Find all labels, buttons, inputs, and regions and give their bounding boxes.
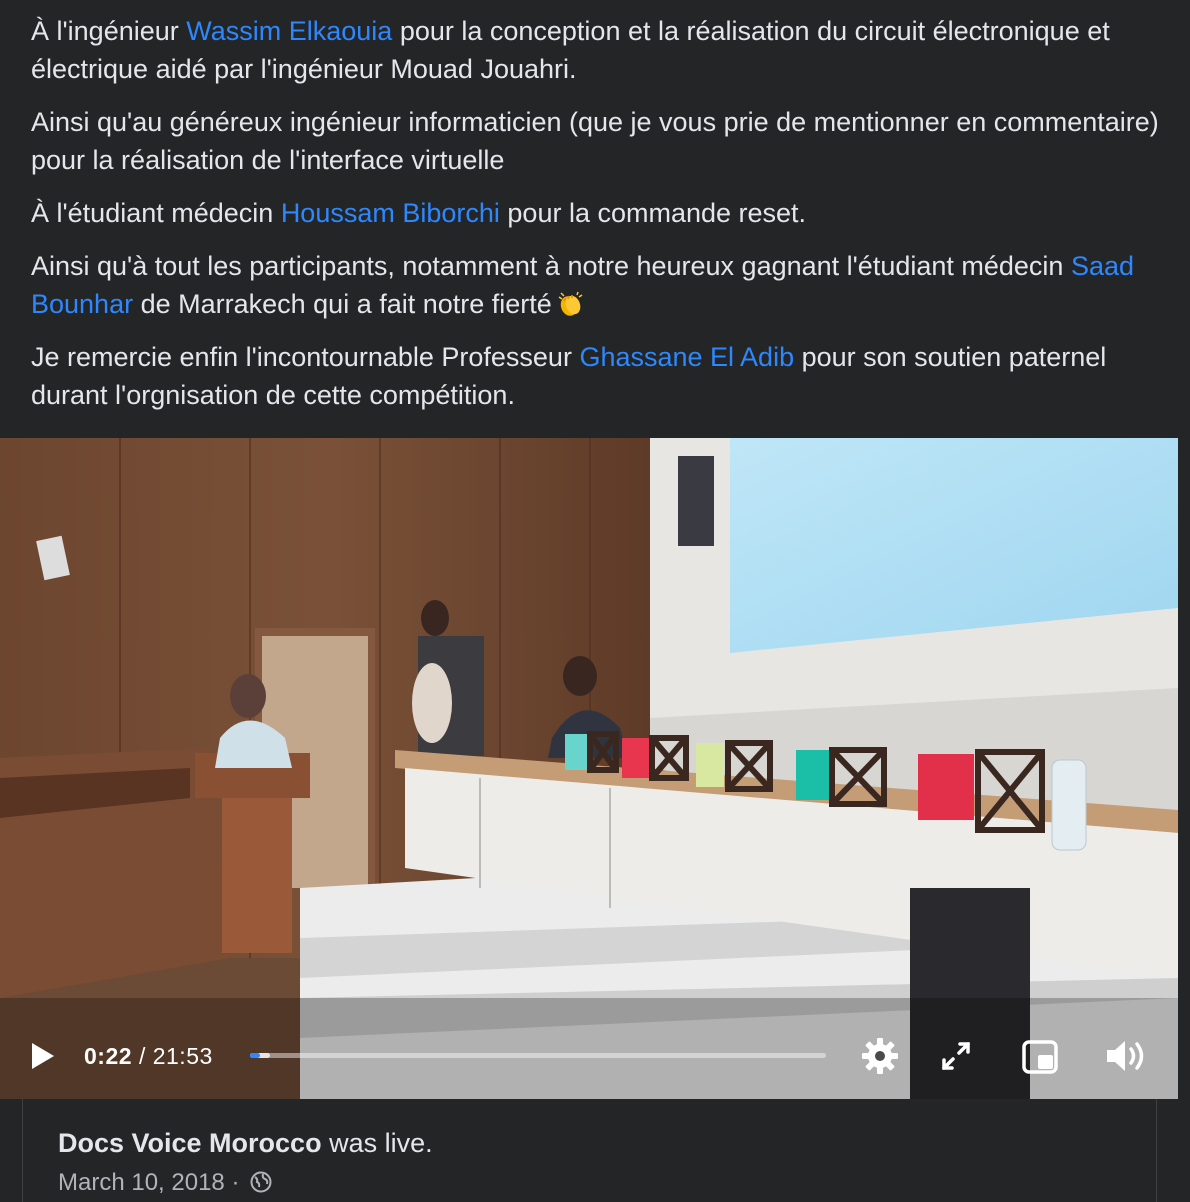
play-icon[interactable] <box>30 1041 56 1071</box>
mention-wassim-elkaouia[interactable]: Wassim Elkaouia <box>186 16 392 46</box>
post-paragraph-1: À l'ingénieur Wassim Elkaouia pour la co… <box>31 12 1161 88</box>
post-text-span: Ainsi qu'au généreux ingénieur informati… <box>31 107 1159 175</box>
page-name-link[interactable]: Docs Voice Morocco <box>58 1128 322 1158</box>
picture-in-picture-icon[interactable] <box>1022 1040 1058 1074</box>
post-date-line: March 10, 2018 · <box>58 1169 272 1197</box>
post-text: À l'ingénieur Wassim Elkaouia pour la co… <box>31 12 1161 414</box>
mention-houssam-biborchi[interactable]: Houssam Biborchi <box>281 198 500 228</box>
settings-gear-icon[interactable] <box>860 1036 900 1076</box>
live-status-line: Docs Voice Morocco was live. <box>58 1128 433 1159</box>
post-text-span: À l'ingénieur <box>31 16 187 46</box>
post-paragraph-3: À l'étudiant médecin Houssam Biborchi po… <box>31 194 1161 232</box>
post-date-link[interactable]: March 10, 2018 <box>58 1169 225 1196</box>
fullscreen-icon[interactable] <box>940 1040 972 1072</box>
post-paragraph-2: Ainsi qu'au généreux ingénieur informati… <box>31 103 1161 179</box>
post-text-span: À l'étudiant médecin <box>31 198 281 228</box>
video-player[interactable] <box>0 438 1178 1099</box>
time-separator: / <box>138 1043 146 1069</box>
globe-icon[interactable] <box>250 1171 272 1193</box>
post-text-span: Ainsi qu'à tout les participants, notamm… <box>31 251 1071 281</box>
post-paragraph-4: Ainsi qu'à tout les participants, notamm… <box>31 247 1161 323</box>
video-duration: 21:53 <box>152 1043 213 1069</box>
clapping-hands-icon <box>558 291 583 316</box>
post-text-span: pour la commande reset. <box>499 198 807 228</box>
date-separator: · <box>224 1169 247 1196</box>
mention-ghassane-el-adib[interactable]: Ghassane El Adib <box>579 342 794 372</box>
post-text-span: Je remercie enfin l'incontournable Profe… <box>31 342 580 372</box>
post-paragraph-5: Je remercie enfin l'incontournable Profe… <box>31 338 1161 414</box>
current-time: 0:22 <box>84 1043 133 1069</box>
volume-icon[interactable] <box>1104 1036 1148 1076</box>
video-frame <box>0 438 1178 1099</box>
live-status-text: was live. <box>321 1128 433 1158</box>
video-progress-bar[interactable] <box>250 1053 826 1058</box>
progress-played <box>250 1053 260 1058</box>
post-text-span: de Marrakech qui a fait notre fierté <box>133 289 552 319</box>
video-time: 0:22 / 21:53 <box>84 1043 213 1070</box>
